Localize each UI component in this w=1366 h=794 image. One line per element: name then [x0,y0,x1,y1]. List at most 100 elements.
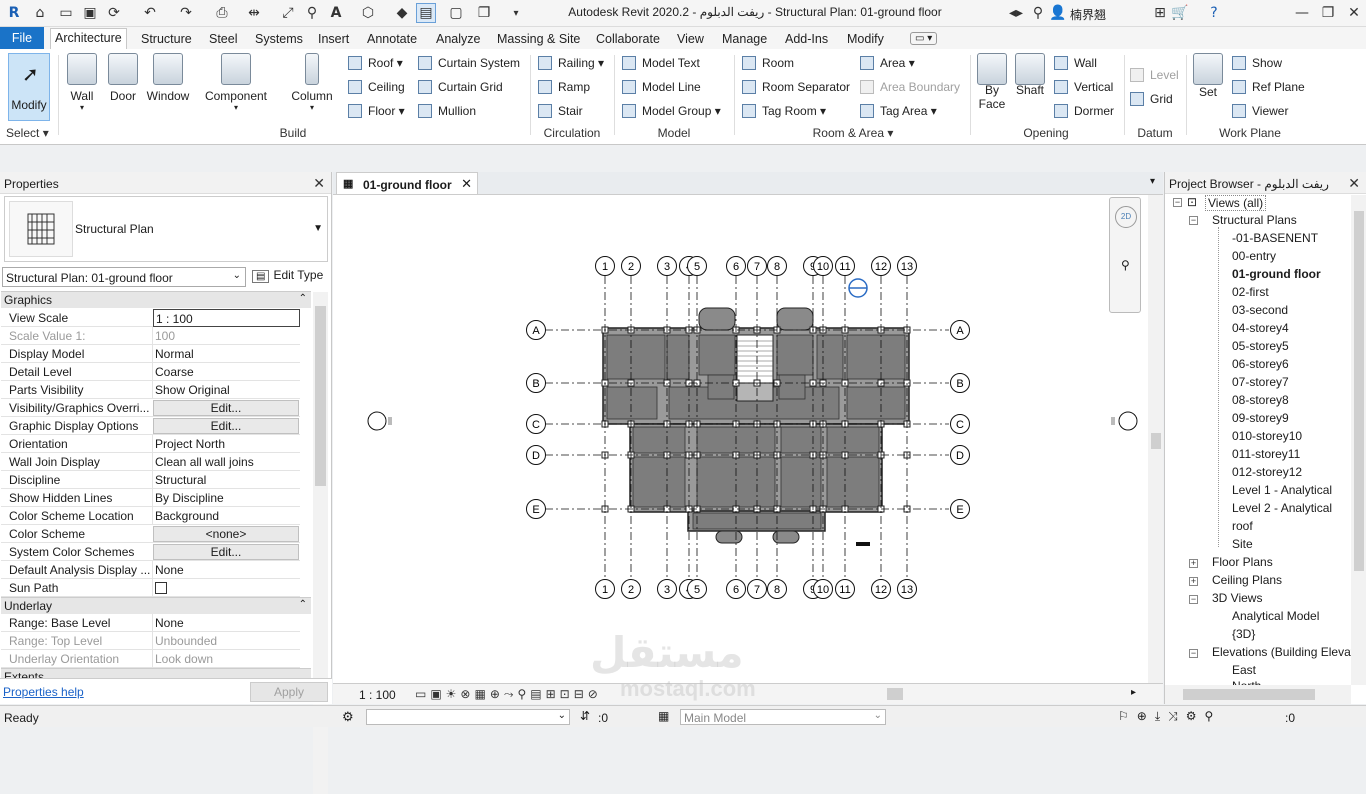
tree-structural-plans[interactable]: Structural Plans [1212,213,1297,227]
ramp-button[interactable]: Ramp [538,80,590,94]
tree-plan-item[interactable]: 08-storey8 [1232,393,1289,407]
view-scale-input[interactable]: 1 : 100 [153,309,300,327]
tab-menu-icon[interactable]: ▾ [1150,176,1155,187]
tree-plan-item[interactable]: -01-BASENENT [1232,231,1318,245]
door-button[interactable]: Door [106,53,140,103]
tab-view-01-ground-floor[interactable]: ▦ 01-ground floor ✕ [336,172,478,194]
model-text-button[interactable]: Model Text [622,56,700,70]
wall-button[interactable]: Wall ▾ [64,53,100,112]
switch-windows-icon[interactable]: ❐ [474,3,494,23]
close-hidden-icon[interactable]: ▢ [446,3,466,23]
ref-plane-button[interactable]: Ref Plane [1232,80,1305,94]
tab-manage[interactable]: Manage [718,30,771,48]
close-icon[interactable]: ✕ [313,175,325,192]
vertical-button[interactable]: Vertical [1054,80,1113,94]
tree-plan-item[interactable]: roof [1232,519,1253,533]
opening-wall-button[interactable]: Wall [1054,56,1097,70]
tag-area-button[interactable]: Tag Area ▾ [860,104,937,118]
tab-steel[interactable]: Steel [205,30,242,48]
roof-button[interactable]: Roof ▾ [348,56,403,70]
tree-item[interactable]: Analytical Model [1232,609,1319,623]
user-name[interactable]: 楠界翘 [1070,6,1106,23]
close-icon[interactable]: ✕ [461,176,472,192]
tree-plan-item[interactable]: Site [1232,537,1253,551]
design-option-dropdown[interactable]: Main Model ⌄ [680,709,886,725]
floor-button[interactable]: Floor ▾ [348,104,405,118]
select-dropdown[interactable]: Select ▾ [6,126,52,140]
tree-plan-item[interactable]: 01-ground floor [1232,267,1321,281]
tab-modify[interactable]: Modify [843,30,888,48]
tree-plan-item[interactable]: Level 2 - Analytical [1232,501,1332,515]
3d-view-icon[interactable]: ⬡ [358,3,378,23]
set-button[interactable]: Set [1192,53,1224,99]
tab-insert[interactable]: Insert [314,30,353,48]
tree-plan-item[interactable]: 03-second [1232,303,1288,317]
print-icon[interactable]: ⎙ [212,3,232,23]
tree-plan-item[interactable]: 011-storey11 [1232,447,1300,461]
undo-icon[interactable]: ↶ [140,3,160,23]
prop-value[interactable]: Project North [152,435,300,453]
prop-value[interactable]: None [152,561,300,579]
section-extents[interactable]: Extents [1,668,311,678]
search-icon[interactable]: ⚲ [1028,3,1048,23]
workset-dropdown[interactable]: ⌄ [366,709,570,725]
view-scale-label[interactable]: 1 : 100 [359,688,396,702]
edit-button[interactable]: <none> [153,526,299,542]
tab-collaborate[interactable]: Collaborate [592,30,664,48]
measure-icon[interactable]: ⇹ [244,3,264,23]
model-line-button[interactable]: Model Line [622,80,701,94]
edit-button[interactable]: Edit... [153,418,299,434]
collapse-toggle[interactable]: − [1173,198,1182,207]
apply-button[interactable]: Apply [250,682,328,702]
prop-value[interactable]: Coarse [152,363,300,381]
thin-lines-icon[interactable]: ▤ [416,3,436,23]
tree-plan-item[interactable]: 07-storey7 [1232,375,1289,389]
text-icon[interactable]: A [326,3,346,23]
close-icon[interactable]: ✕ [1344,3,1364,23]
ceiling-button[interactable]: Ceiling [348,80,405,94]
dormer-button[interactable]: Dormer [1054,104,1114,118]
tree-3d-views[interactable]: 3D Views [1212,591,1262,605]
shaft-button[interactable]: Shaft [1012,53,1048,97]
modify-button[interactable]: ➚ Modify [8,53,50,121]
tab-annotate[interactable]: Annotate [363,30,421,48]
expand-toggle[interactable]: + [1189,577,1198,586]
tag-room-button[interactable]: Tag Room ▾ [742,104,826,118]
close-icon[interactable]: ✕ [1348,175,1360,192]
railing-button[interactable]: Railing ▾ [538,56,604,70]
collapse-toggle[interactable]: − [1189,595,1198,604]
navigation-bar[interactable]: 2D ⚲ [1109,197,1141,313]
redo-icon[interactable]: ↷ [176,3,196,23]
tab-massing-site[interactable]: Massing & Site [493,30,584,48]
edit-button[interactable]: Edit... [153,400,299,416]
ribbon-display-toggle[interactable]: ▭ ▾ [910,32,938,45]
stair-button[interactable]: Stair [538,104,583,118]
view-vertical-scrollbar[interactable] [1148,195,1163,685]
tree-item[interactable]: {3D} [1232,627,1255,641]
room-separator-button[interactable]: Room Separator [742,80,850,94]
plan-canvas[interactable]: 1122334455667788991010111112121313AABBCC… [333,195,1148,685]
prop-value[interactable]: Background [152,507,300,525]
selection-filter-icons[interactable]: ⚐⊕⤓⤨⚙⚲ [1118,709,1221,724]
viewer-button[interactable]: Viewer [1232,104,1288,118]
tree-plan-item[interactable]: Level 1 - Analytical [1232,483,1332,497]
view-control-icons[interactable]: ▭▣☀⊗▦⊕⤳⚲▤⊞⊡⊟⊘ [415,687,602,702]
window-button[interactable]: Window [144,53,192,103]
steering-wheel-icon[interactable]: 2D [1115,206,1137,228]
collapse-toggle[interactable]: − [1189,649,1198,658]
prop-value[interactable]: Clean all wall joins [152,453,300,471]
section-graphics[interactable]: Graphics ⌃ [1,291,311,308]
zoom-icon[interactable]: ⚲ [1121,258,1130,272]
grid-button[interactable]: Grid [1130,92,1173,106]
editable-only-icon[interactable]: ⇵ [580,709,590,723]
area-button[interactable]: Area ▾ [860,56,915,70]
prop-value[interactable]: Show Original [152,381,300,399]
type-selector[interactable]: Structural Plan ▼ [4,196,328,262]
restore-icon[interactable]: ❐ [1318,3,1338,23]
mullion-button[interactable]: Mullion [418,104,476,118]
home-icon[interactable]: ⌂ [30,3,50,23]
tree-ceiling-plans[interactable]: Ceiling Plans [1212,573,1282,587]
component-button[interactable]: Component ▾ [202,53,270,112]
room-button[interactable]: Room [742,56,794,70]
tree-item[interactable]: East [1232,663,1256,677]
